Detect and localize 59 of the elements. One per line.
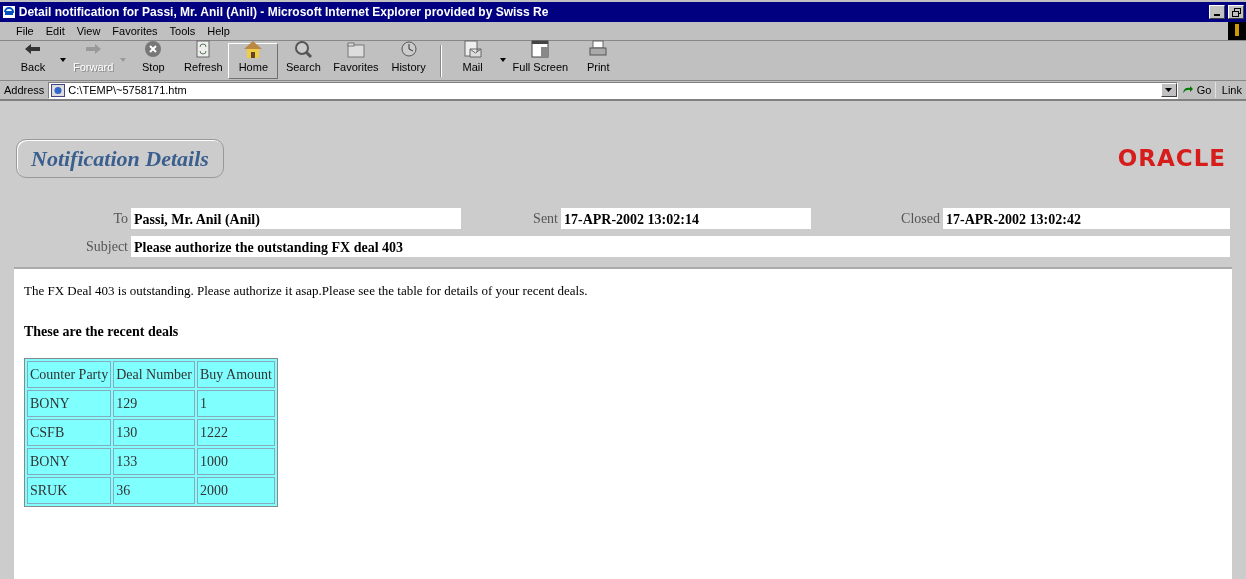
table-cell: 2000 bbox=[196, 476, 275, 504]
field-label: Sent bbox=[532, 210, 558, 228]
menu-item[interactable]: File bbox=[10, 21, 40, 41]
table-cell: SRUK bbox=[27, 476, 112, 504]
table-cell: CSFB bbox=[27, 418, 112, 446]
field-label: Subject bbox=[85, 238, 128, 256]
menu-item[interactable]: Tools bbox=[163, 21, 202, 41]
window-title: Detail notification for Passi, Mr. Anil (Anil) - Microsoft Internet Explorer provided by Swiss Re bbox=[18, 4, 550, 21]
toolbar-button[interactable]: Print bbox=[573, 42, 624, 79]
table-title: These are the recent deals bbox=[24, 322, 180, 341]
table-cell: 130 bbox=[113, 418, 195, 446]
column-header: Deal Number bbox=[113, 360, 195, 388]
table-cell: 133 bbox=[113, 447, 195, 475]
column-header: Buy Amount bbox=[196, 360, 275, 388]
field-value: 17-APR-2002 13:02:14 bbox=[561, 208, 811, 229]
column-header: Counter Party bbox=[27, 360, 112, 388]
field-value: Passi, Mr. Anil (Anil) bbox=[131, 208, 461, 229]
oracle-logo: ORACLE bbox=[1117, 144, 1226, 174]
table-cell: BONY bbox=[27, 389, 112, 417]
links-button[interactable]: Link bbox=[1215, 81, 1242, 99]
toolbar-button[interactable]: Refresh bbox=[178, 42, 229, 79]
search-icon bbox=[292, 39, 315, 59]
toolbar-button[interactable]: Home bbox=[228, 42, 279, 79]
page-heading: Notification Details bbox=[16, 139, 224, 178]
address-label: Address bbox=[4, 82, 45, 98]
browser-icon bbox=[2, 5, 16, 19]
menu-item[interactable]: View bbox=[70, 21, 107, 41]
toolbar-button[interactable]: Mail bbox=[447, 42, 498, 79]
menu-item[interactable]: Edit bbox=[39, 21, 71, 41]
field-label: Closed bbox=[900, 210, 940, 228]
field-label: To bbox=[112, 210, 128, 228]
table-cell: 36 bbox=[113, 476, 195, 504]
go-arrow-icon bbox=[1181, 85, 1194, 95]
logo-bar-icon bbox=[1232, 22, 1242, 36]
menu-item[interactable]: Favorites bbox=[106, 21, 164, 41]
page-icon bbox=[51, 83, 66, 97]
table-cell: BONY bbox=[27, 447, 112, 475]
restore-icon bbox=[1231, 7, 1241, 17]
field-value: 17-APR-2002 13:02:42 bbox=[943, 208, 1230, 229]
toolbar-button[interactable]: Full Screen bbox=[507, 42, 574, 79]
table-cell: 129 bbox=[113, 389, 195, 417]
restore-button[interactable] bbox=[1228, 5, 1244, 19]
toolbar-button[interactable]: History bbox=[383, 42, 434, 79]
menu-item[interactable]: Help bbox=[201, 21, 236, 41]
address-field[interactable]: C:\TEMP\~5758171.htm bbox=[48, 81, 1178, 99]
message-text: The FX Deal 403 is outstanding. Please authorize it asap.Please see the table for details of your recent deals. bbox=[24, 282, 589, 300]
table-cell: 1222 bbox=[196, 418, 275, 446]
toolbar-button[interactable]: Favorites bbox=[328, 42, 384, 79]
toolbar-button[interactable]: Back bbox=[8, 42, 58, 79]
minimize-button[interactable] bbox=[1209, 5, 1226, 19]
table-cell: 1 bbox=[196, 389, 275, 417]
field-value: Please authorize the outstanding FX deal 403 bbox=[131, 236, 1230, 257]
printer-icon bbox=[587, 39, 610, 59]
toolbar-button[interactable]: Stop bbox=[128, 42, 179, 79]
toolbar-button[interactable]: Search bbox=[278, 42, 329, 79]
mail-icon bbox=[461, 39, 484, 59]
table-cell: 1000 bbox=[196, 447, 275, 475]
go-button[interactable]: Go bbox=[1181, 81, 1212, 99]
folder-icon bbox=[344, 39, 367, 59]
